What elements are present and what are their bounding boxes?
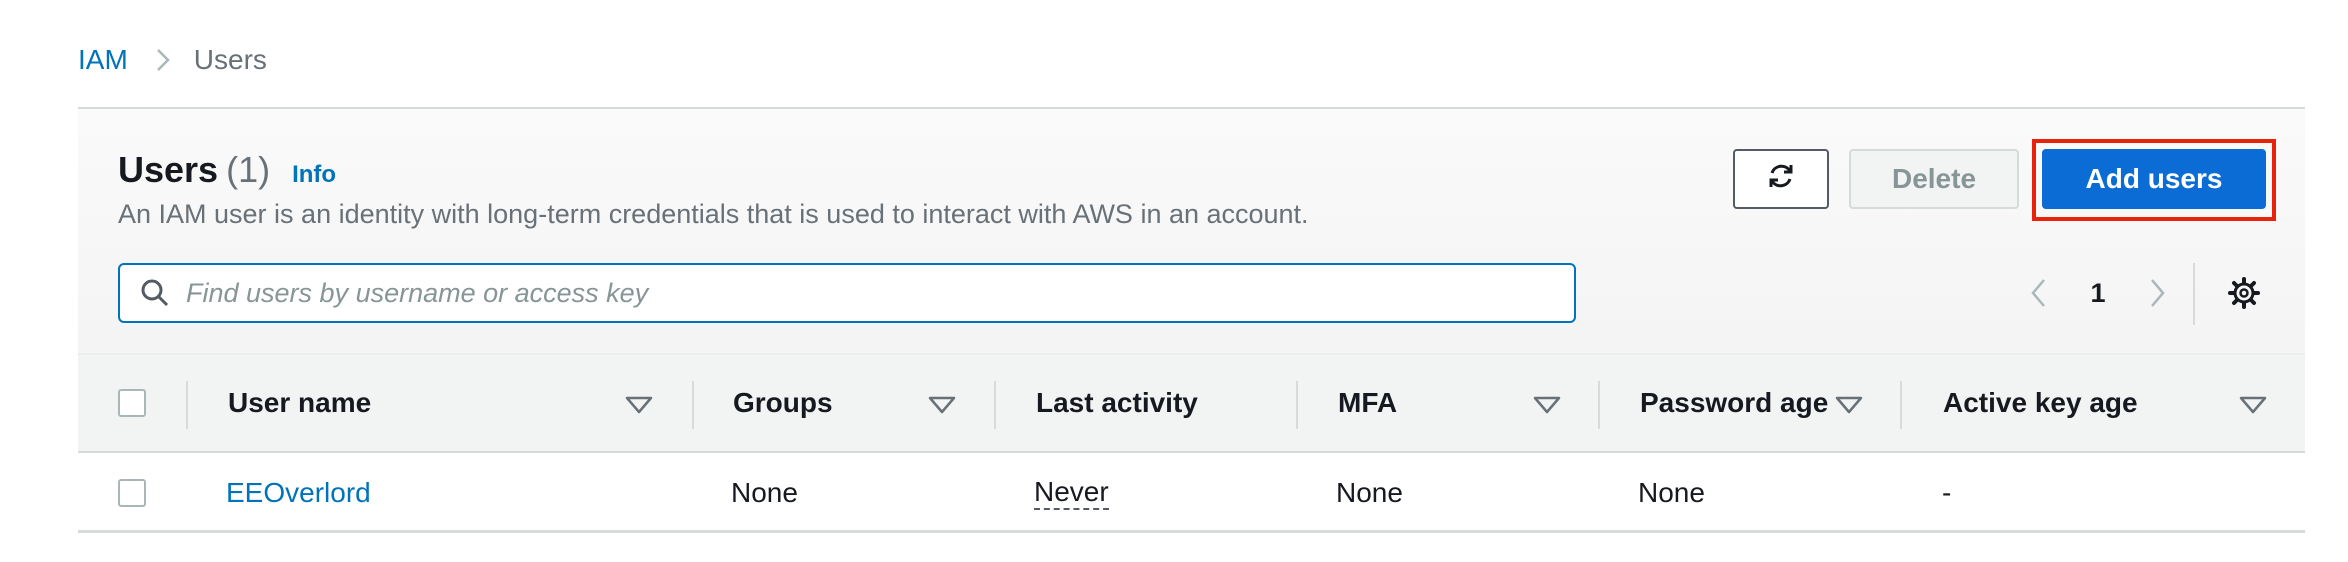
last-activity-value[interactable]: Never	[1034, 476, 1109, 511]
cell-password-age: None	[1638, 477, 1705, 508]
cell-last-activity: Never	[1034, 453, 1109, 533]
table-header: User name Groups Last activity MFA Passw…	[78, 353, 2305, 453]
search-field[interactable]	[118, 263, 1576, 323]
cell-groups: None	[731, 477, 798, 508]
caret-down-icon[interactable]	[1834, 393, 1864, 417]
breadcrumb-current: Users	[193, 44, 267, 75]
column-header-mfa[interactable]: MFA	[1338, 355, 1397, 451]
refresh-icon	[1765, 160, 1797, 199]
column-divider	[692, 381, 694, 429]
add-users-button[interactable]: Add users	[2042, 149, 2266, 209]
row-checkbox[interactable]	[118, 479, 146, 507]
column-header-groups[interactable]: Groups	[733, 355, 833, 451]
gear-icon[interactable]	[2224, 273, 2264, 313]
pagination-divider	[2193, 263, 2195, 325]
column-divider	[1598, 381, 1600, 429]
page-number[interactable]: 1	[2078, 278, 2118, 309]
cell-mfa: None	[1336, 477, 1403, 508]
caret-down-icon[interactable]	[624, 393, 654, 417]
caret-down-icon[interactable]	[2238, 393, 2268, 417]
column-header-user-name[interactable]: User name	[228, 355, 371, 451]
column-divider	[1900, 381, 1902, 429]
title-row: Users (1) Info	[118, 149, 336, 191]
users-panel: Users (1) Info An IAM user is an identit…	[78, 107, 2305, 533]
column-divider	[994, 381, 996, 429]
breadcrumb: IAM Users	[78, 40, 267, 80]
pagination: 1	[2018, 265, 2178, 321]
users-panel-header: Users (1) Info An IAM user is an identit…	[78, 109, 2305, 353]
column-divider	[186, 381, 188, 429]
cell-user-name: EEOverlord	[226, 453, 371, 533]
page-description: An IAM user is an identity with long-ter…	[118, 199, 1309, 229]
select-all-checkbox[interactable]	[118, 389, 146, 417]
delete-button[interactable]: Delete	[1849, 149, 2019, 209]
cell-active-key-age: -	[1942, 477, 1952, 508]
search-input[interactable]	[186, 277, 1546, 309]
page-title: Users	[118, 149, 219, 190]
user-name-link[interactable]: EEOverlord	[226, 477, 371, 509]
column-divider	[1296, 381, 1298, 429]
breadcrumb-iam-link[interactable]: IAM	[78, 44, 128, 76]
table-row: EEOverlord None Never None None -	[78, 453, 2305, 533]
column-header-password-age[interactable]: Password age	[1640, 355, 1828, 451]
caret-down-icon[interactable]	[1532, 393, 1562, 417]
column-header-last-activity[interactable]: Last activity	[1036, 355, 1198, 451]
refresh-button[interactable]	[1733, 149, 1829, 209]
search-icon	[138, 276, 172, 310]
info-link[interactable]: Info	[292, 161, 336, 189]
chevron-right-icon	[156, 48, 170, 72]
chevron-left-icon[interactable]	[2018, 278, 2058, 308]
chevron-right-icon[interactable]	[2138, 278, 2178, 308]
users-count: (1)	[226, 149, 271, 190]
column-header-active-key-age[interactable]: Active key age	[1943, 355, 2138, 451]
caret-down-icon[interactable]	[927, 393, 957, 417]
